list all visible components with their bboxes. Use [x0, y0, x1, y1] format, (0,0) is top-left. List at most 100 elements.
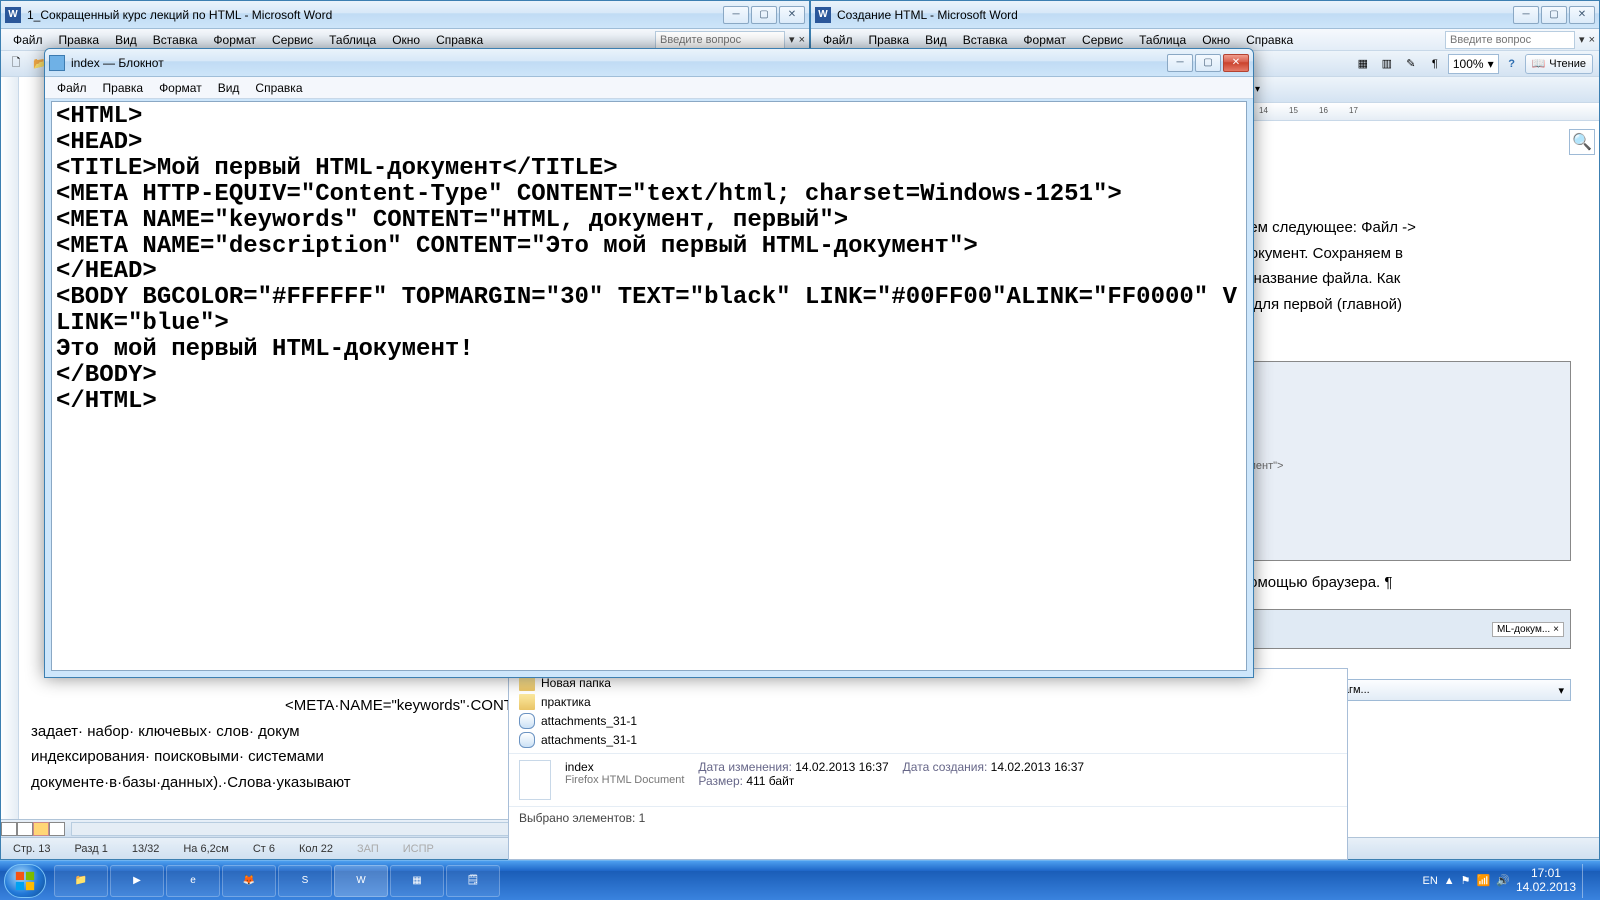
menu-table[interactable]: Таблица [321, 33, 384, 47]
menu-window[interactable]: Окно [1194, 33, 1238, 47]
menu-edit[interactable]: Правка [51, 33, 108, 47]
size-label: Размер: [698, 774, 743, 788]
menu-help[interactable]: Справка [428, 33, 491, 47]
zoom-selector[interactable]: 100%▾ [1448, 54, 1499, 74]
view-normal-icon[interactable] [1, 822, 17, 836]
status-pages: 13/32 [126, 843, 166, 855]
view-web-icon[interactable] [17, 822, 33, 836]
status-line: Ст 6 [247, 843, 281, 855]
minimize-button[interactable]: ─ [1167, 54, 1193, 72]
task-word[interactable]: W [334, 865, 388, 897]
menu-file[interactable]: Файл [5, 33, 51, 47]
menu-table[interactable]: Таблица [1131, 33, 1194, 47]
titlebar[interactable]: W 1_Сокращенный курс лекций по HTML - Mi… [1, 1, 809, 29]
view-outline-icon[interactable] [49, 822, 65, 836]
task-unknown[interactable]: ▦ [390, 865, 444, 897]
file-type-icon [519, 760, 551, 800]
question-dropdown[interactable]: ▾ [789, 33, 795, 46]
close-button[interactable]: ✕ [1569, 6, 1595, 24]
menu-insert[interactable]: Вставка [955, 33, 1016, 47]
search-icon[interactable]: 🔍 [1569, 129, 1595, 155]
menu-service[interactable]: Сервис [1074, 33, 1131, 47]
task-notepad[interactable]: 🗒 [446, 865, 500, 897]
menu-view[interactable]: Вид [107, 33, 145, 47]
created-value: 14.02.2013 16:37 [991, 760, 1084, 774]
taskbar: 📁 ▶ e 🦊 S W ▦ 🗒 EN ▲ ⚑ 📶 🔊 17:01 14.02.2… [0, 860, 1600, 900]
menu-file[interactable]: Файл [49, 81, 95, 95]
menu-view[interactable]: Вид [917, 33, 955, 47]
minimize-button[interactable]: ─ [723, 6, 749, 24]
menu-format[interactable]: Формат [205, 33, 264, 47]
menu-help[interactable]: Справка [1238, 33, 1301, 47]
pilcrow-icon[interactable]: ¶ [1424, 53, 1446, 75]
doc-close-button[interactable]: × [1589, 34, 1595, 46]
help-icon[interactable]: ? [1501, 53, 1523, 75]
explorer-window: Новая папка практика attachments_31-1 at… [508, 668, 1348, 860]
question-input[interactable] [655, 31, 785, 49]
body-line: помощью браузера. ¶ [1241, 570, 1565, 596]
tab-close-icon[interactable]: × [1553, 624, 1559, 635]
task-firefox[interactable]: 🦊 [222, 865, 276, 897]
notepad-text-area[interactable]: <HTML> <HEAD> <TITLE>Мой первый HTML-док… [51, 101, 1247, 671]
close-button[interactable]: ✕ [1223, 54, 1249, 72]
created-label: Дата создания: [903, 760, 988, 774]
tables-icon[interactable]: ▦ [1352, 53, 1374, 75]
menu-insert[interactable]: Вставка [145, 33, 206, 47]
tray-network-icon[interactable]: 📶 [1477, 874, 1491, 887]
minimize-button[interactable]: ─ [1513, 6, 1539, 24]
start-button[interactable] [4, 864, 46, 898]
folder-item[interactable]: практика [519, 692, 1337, 711]
doc-close-button[interactable]: × [799, 34, 805, 46]
columns-icon[interactable]: ▥ [1376, 53, 1398, 75]
document-body-2[interactable]: помощью браузера. ¶ [1229, 566, 1577, 600]
maximize-button[interactable]: ▢ [1195, 54, 1221, 72]
file-list[interactable]: Новая папка практика attachments_31-1 at… [509, 669, 1347, 753]
vertical-ruler [1, 77, 19, 837]
menu-format[interactable]: Формат [1015, 33, 1074, 47]
window-title: index — Блокнот [71, 56, 1167, 70]
new-doc-icon[interactable]: 🗋 [5, 53, 27, 75]
menu-window[interactable]: Окно [384, 33, 428, 47]
lang-indicator[interactable]: EN [1422, 875, 1437, 887]
file-name: attachments_31-1 [541, 733, 637, 747]
clock[interactable]: 17:01 14.02.2013 [1516, 867, 1576, 895]
body-line: и для первой (главной) [1241, 292, 1565, 318]
body-line: документ. Сохраняем в [1241, 241, 1565, 267]
file-item[interactable]: attachments_31-1 [519, 711, 1337, 730]
size-value: 411 байт [746, 774, 794, 788]
document-body[interactable]: аем следующее: Файл -> документ. Сохраня… [1229, 211, 1577, 341]
folder-icon [519, 694, 535, 710]
window-title: Создание HTML - Microsoft Word [837, 8, 1513, 22]
status-section: Разд 1 [68, 843, 113, 855]
menu-edit[interactable]: Правка [95, 81, 152, 95]
tray-flag-icon[interactable]: ▲ [1444, 875, 1455, 887]
menu-service[interactable]: Сервис [264, 33, 321, 47]
task-wmp[interactable]: ▶ [110, 865, 164, 897]
menu-edit[interactable]: Правка [861, 33, 918, 47]
tray-volume-icon[interactable]: 🔊 [1496, 874, 1510, 887]
close-button[interactable]: ✕ [779, 6, 805, 24]
task-explorer[interactable]: 📁 [54, 865, 108, 897]
menu-format[interactable]: Формат [151, 81, 210, 95]
task-skype[interactable]: S [278, 865, 332, 897]
titlebar[interactable]: W Создание HTML - Microsoft Word ─ ▢ ✕ [811, 1, 1599, 29]
maximize-button[interactable]: ▢ [1541, 6, 1567, 24]
menu-help[interactable]: Справка [247, 81, 310, 95]
archive-icon [519, 732, 535, 748]
status-page: Стр. 13 [7, 843, 56, 855]
embedded-screenshot: кумент"> [1229, 361, 1571, 561]
view-print-icon[interactable] [33, 822, 49, 836]
show-desktop-button[interactable] [1582, 864, 1590, 898]
tray-action-center-icon[interactable]: ⚑ [1461, 874, 1471, 887]
titlebar[interactable]: index — Блокнот ─ ▢ ✕ [45, 49, 1253, 77]
maximize-button[interactable]: ▢ [751, 6, 777, 24]
selected-file-type: Firefox HTML Document [565, 774, 684, 786]
drawing-icon[interactable]: ✎ [1400, 53, 1422, 75]
task-ie[interactable]: e [166, 865, 220, 897]
file-item[interactable]: attachments_31-1 [519, 730, 1337, 749]
question-dropdown[interactable]: ▾ [1579, 33, 1585, 46]
question-input[interactable] [1445, 31, 1575, 49]
menu-view[interactable]: Вид [210, 81, 248, 95]
menu-file[interactable]: Файл [815, 33, 861, 47]
read-mode-button[interactable]: 📖Чтение [1525, 54, 1593, 74]
